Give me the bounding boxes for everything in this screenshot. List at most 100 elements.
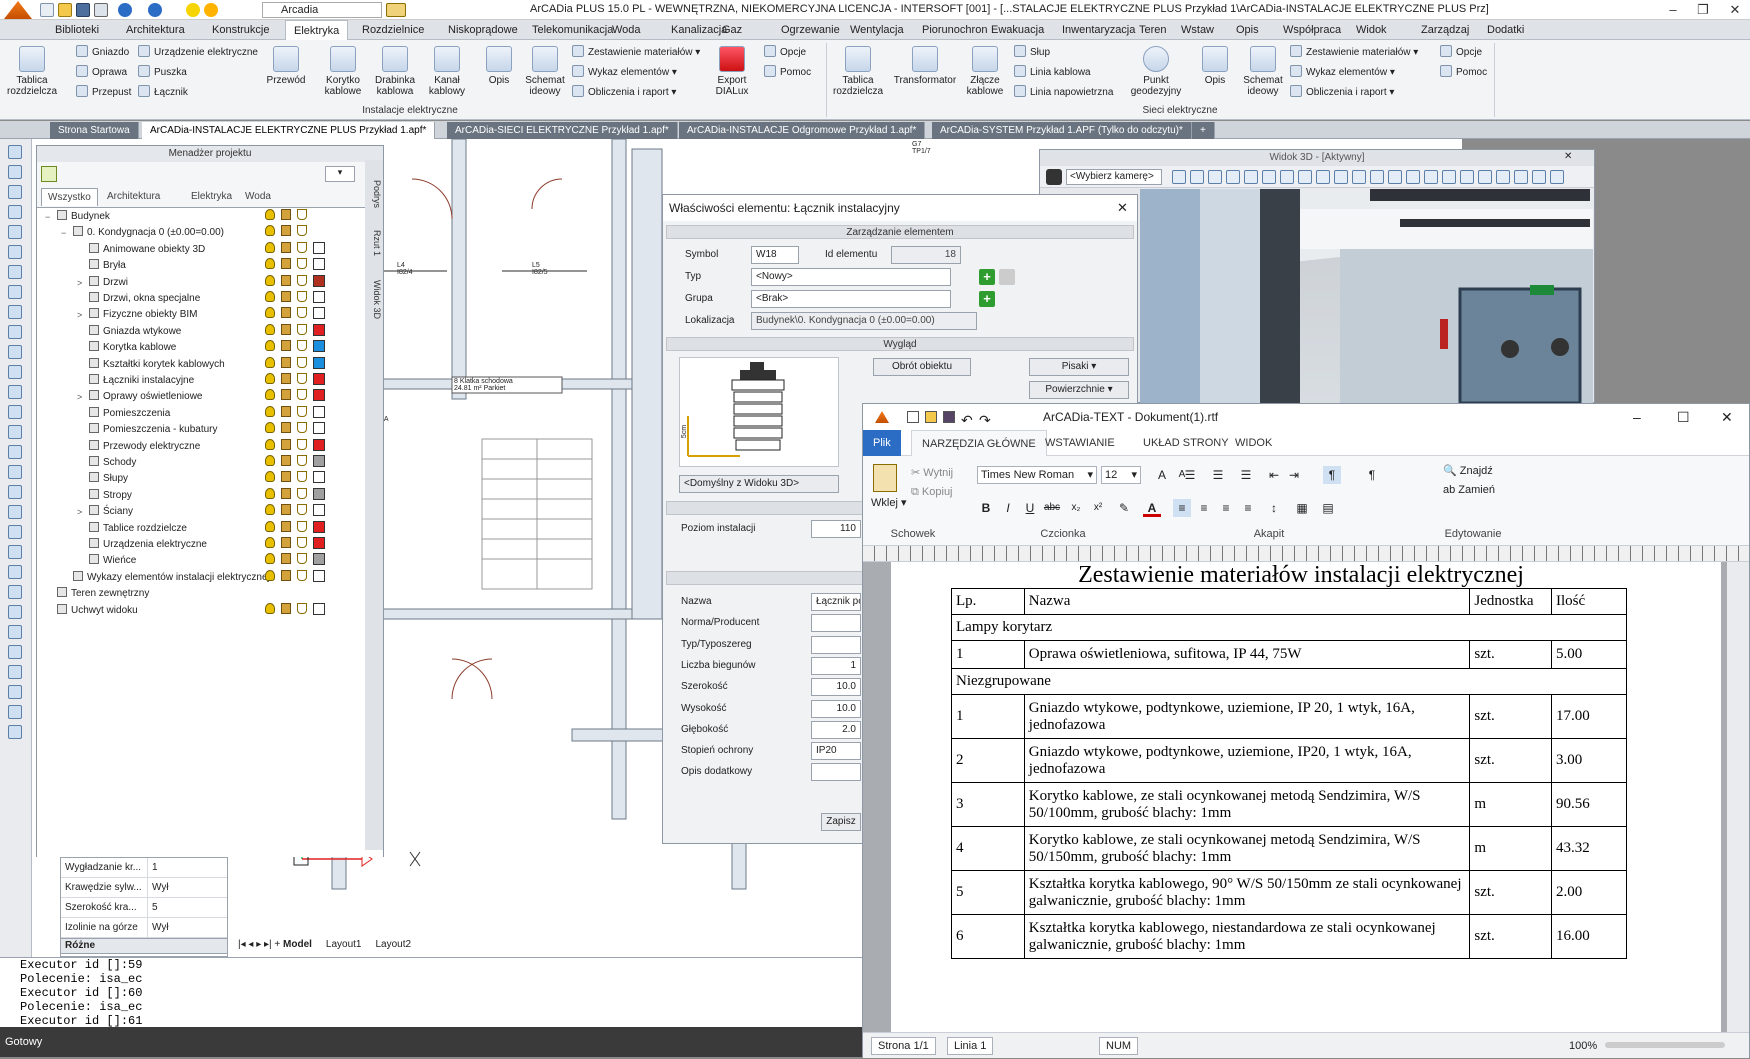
sun-icon[interactable] (204, 3, 218, 17)
print-icon[interactable] (297, 356, 307, 368)
tool-icon[interactable] (8, 265, 22, 279)
layout-tab[interactable]: Layout1 (326, 939, 362, 950)
tree-item[interactable]: Drzwi, okna specjalne (37, 291, 383, 307)
add-group-icon[interactable]: + (979, 291, 995, 307)
tool-icon[interactable] (8, 325, 22, 339)
expand-icon[interactable]: > (77, 275, 82, 291)
font-select[interactable]: Times New Roman ▾ (977, 466, 1097, 484)
opis-button[interactable]: Opis (482, 44, 516, 86)
borders-icon[interactable]: ▦ (1293, 499, 1311, 517)
tree-item[interactable]: Stropy (37, 487, 383, 504)
superscript-icon[interactable]: x² (1089, 499, 1107, 517)
paste-icon[interactable] (873, 464, 897, 492)
visibility-icon[interactable] (265, 520, 275, 532)
opcje-2-button[interactable]: Opcje (1440, 44, 1482, 62)
decrease-indent-icon[interactable]: ⇤ (1265, 466, 1283, 484)
copy-button[interactable]: ⧉ Kopiuj (911, 486, 953, 499)
param-field[interactable]: 2.0 (811, 720, 861, 739)
add-type-icon[interactable]: + (979, 269, 995, 285)
justify-icon[interactable]: ≡ (1239, 499, 1257, 517)
print-icon[interactable] (297, 209, 307, 220)
visibility-icon[interactable] (265, 405, 275, 417)
tree-item[interactable]: Tablice rozdzielcze (37, 520, 383, 537)
save-icon[interactable] (76, 3, 90, 17)
confirm-icon[interactable] (999, 269, 1015, 285)
tool-icon[interactable] (8, 145, 22, 159)
color-swatch[interactable] (313, 520, 325, 533)
add-icon[interactable] (41, 166, 57, 182)
expand-icon[interactable]: > (77, 389, 82, 405)
menu-item[interactable]: Wstaw (1181, 20, 1214, 40)
ribbon-tab[interactable]: WIDOK (1225, 430, 1282, 456)
print-icon[interactable] (297, 537, 307, 548)
app-logo-icon[interactable] (4, 1, 32, 19)
align-left-icon[interactable]: ≡ (1173, 499, 1191, 517)
urzadzenie-button[interactable]: Urządzenie elektryczne (138, 44, 258, 62)
view-select[interactable]: <Domyślny z Widoku 3D> (679, 475, 839, 493)
zoom-slider[interactable] (1605, 1042, 1725, 1048)
view-tool-icon[interactable] (1208, 170, 1222, 184)
new-icon[interactable] (40, 3, 54, 17)
layout-nav-icon[interactable]: |◂ ◂ ▸ ▸| + (238, 939, 283, 950)
tool-icon[interactable] (8, 725, 22, 739)
symbol-field[interactable]: W18 (751, 246, 799, 264)
tool-icon[interactable] (8, 705, 22, 719)
camera-select[interactable]: <Wybierz kamerę> (1066, 169, 1162, 185)
color-swatch[interactable] (313, 356, 325, 369)
document-area[interactable]: Zestawienie materiałów instalacji elektr… (863, 562, 1749, 1032)
cut-button[interactable]: ✂ Wytnij (911, 466, 953, 479)
open-icon[interactable] (58, 3, 72, 17)
print-icon[interactable] (297, 487, 307, 499)
tree-item[interactable]: − Budynek (37, 209, 383, 225)
lock-icon[interactable] (281, 471, 291, 483)
opcje-button[interactable]: Opcje (764, 44, 806, 62)
expand-icon[interactable]: − (45, 209, 50, 225)
wykaz-2-button[interactable]: Wykaz elementów ▾ (1290, 64, 1395, 82)
param-field[interactable]: 10.0 (811, 678, 861, 697)
tree-item[interactable]: > Fizyczne obiekty BIM (37, 307, 383, 323)
visibility-icon[interactable] (265, 274, 275, 286)
table-row[interactable]: 4 Korytko kablowe, ze stali ocynkowanej m… (951, 826, 1628, 871)
ribbon-tab[interactable]: NARZĘDZIA GŁÓWNE (911, 430, 1047, 456)
menu-item[interactable]: Piorunochron (922, 20, 987, 40)
multilevel-icon[interactable]: ☰ (1237, 466, 1255, 484)
document-page[interactable]: Zestawienie materiałów instalacji elektr… (891, 562, 1721, 1032)
close-button[interactable]: ✕ (1721, 404, 1733, 430)
subscript-icon[interactable]: x₂ (1067, 499, 1085, 517)
export-dialux-button[interactable]: Export DIALux (712, 44, 752, 97)
korytko-button[interactable]: Korytko kablowe (318, 44, 368, 97)
table-row[interactable]: Lampy korytarz (951, 614, 1627, 641)
property-row[interactable]: Wygładzanie kr... 1 (61, 858, 227, 878)
undo-icon[interactable] (118, 3, 132, 17)
property-row[interactable]: Szerokość kra... 5 (61, 898, 227, 918)
document-tab[interactable]: ArCADia-INSTALACJE ELEKTRYCZNE PLUS Przy… (142, 122, 436, 139)
expand-icon[interactable]: > (77, 504, 82, 520)
ribbon-tab[interactable]: WSTAWIANIE (1035, 430, 1125, 456)
visibility-icon[interactable] (265, 356, 275, 368)
lock-icon[interactable] (281, 504, 291, 516)
kanal-button[interactable]: Kanał kablowy (424, 44, 470, 97)
view-tool-icon[interactable] (1280, 170, 1294, 184)
table-row[interactable]: 2 Gniazdo wtykowe, podtynkowe, uziemione,… (951, 738, 1628, 783)
minimize-button[interactable]: – (1660, 1, 1686, 19)
menu-item[interactable]: Współpraca (1283, 20, 1341, 40)
param-field[interactable]: Łącznik po (811, 593, 861, 611)
maximize-button[interactable]: ☐ (1677, 404, 1690, 430)
tree-item[interactable]: Przewody elektryczne (37, 438, 383, 455)
tool-icon[interactable] (8, 225, 22, 239)
tree-item[interactable]: Animowane obiekty 3D (37, 241, 383, 258)
materials-table[interactable]: Lp. Nazwa Jednostka Ilość Lampy korytarz 1 Opr… (951, 588, 1628, 959)
print-icon[interactable] (297, 405, 307, 417)
view-tool-icon[interactable] (1514, 170, 1528, 184)
print-icon[interactable] (297, 340, 307, 352)
param-field[interactable]: IP20 (811, 742, 861, 761)
table-row[interactable]: 3 Korytko kablowe, ze stali ocynkowanej m… (951, 782, 1628, 827)
property-row[interactable]: Krawędzie sylw... Wył (61, 878, 227, 898)
lock-icon[interactable] (281, 258, 291, 270)
tool-icon[interactable] (8, 365, 22, 379)
lock-icon[interactable] (281, 422, 291, 434)
open-icon[interactable] (925, 411, 937, 423)
tree-item[interactable]: Wieńce (37, 553, 383, 569)
tool-icon[interactable] (8, 245, 22, 259)
param-field[interactable] (811, 614, 861, 633)
